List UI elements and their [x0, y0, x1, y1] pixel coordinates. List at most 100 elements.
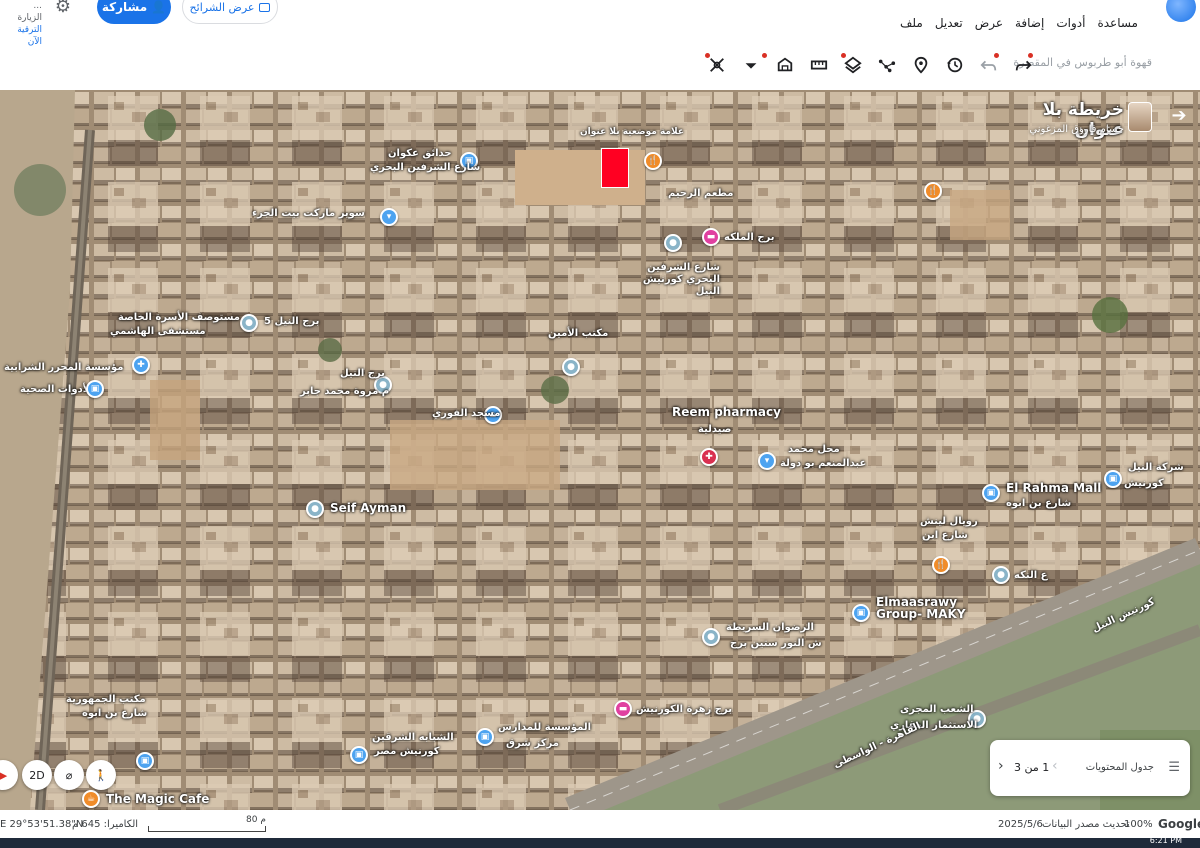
- menu-edit[interactable]: تعديل: [929, 14, 969, 32]
- place-label: El Rahma Mall: [1006, 481, 1102, 495]
- os-taskbar: 6:21 PM: [0, 836, 1200, 848]
- place-label: الرضوان السريطة: [726, 622, 814, 633]
- place-label: مكتب الأمين: [548, 328, 609, 339]
- clinic-pin-icon[interactable]: ✚: [132, 356, 150, 374]
- place-label: رويال لينش: [920, 516, 978, 527]
- share-button[interactable]: مشاركة 👤: [97, 0, 171, 24]
- redo-icon[interactable]: [1006, 53, 1040, 77]
- restaurant-pin-icon[interactable]: 🍴: [924, 182, 942, 200]
- satellite-imagery: [0, 90, 1200, 810]
- place-label: ع النكه: [1014, 570, 1048, 581]
- pharmacy-pin-icon[interactable]: ✚: [700, 448, 718, 466]
- shop-pin-icon[interactable]: ▣: [136, 752, 154, 770]
- undo-icon[interactable]: [972, 53, 1006, 77]
- building-pin-icon[interactable]: ▬: [614, 700, 632, 718]
- status-bar: E 29°53'51.38"N الكاميرا: 645 م 80 م 202…: [0, 810, 1200, 838]
- restaurant-pin-icon[interactable]: 🍴: [644, 152, 662, 170]
- shop-pin-icon[interactable]: ▣: [350, 746, 368, 764]
- chevron-left-icon[interactable]: ‹: [1052, 758, 1058, 774]
- menu-view[interactable]: عرض: [969, 14, 1009, 32]
- more-icon[interactable]: [734, 53, 768, 77]
- place-label: مستوصف الأسرة الخاصة: [118, 312, 240, 323]
- slideshow-button[interactable]: عرض الشرائح: [182, 0, 278, 24]
- supermarket-pin-icon[interactable]: ▾: [380, 208, 398, 226]
- home-view-icon[interactable]: [768, 53, 802, 77]
- shop-pin-icon[interactable]: ▣: [476, 728, 494, 746]
- menu-file[interactable]: ملف: [894, 14, 929, 32]
- camera-altitude: الكاميرا: 645 م: [72, 819, 139, 830]
- place-label: محل محمد: [788, 444, 840, 455]
- place-label: شارع الشرفين البحري كورنيش النيل: [642, 262, 720, 297]
- account-line-1: ...: [33, 1, 42, 11]
- place-pin-icon[interactable]: ●: [664, 234, 682, 252]
- place-label: الشعب المجرى: [900, 704, 974, 715]
- map-title-card[interactable]: خريطة بلا عنوان حسام فاروق المزغوني ➔: [1000, 94, 1200, 144]
- mall-pin-icon[interactable]: ▣: [982, 484, 1000, 502]
- shop-pin-icon[interactable]: ▣: [86, 380, 104, 398]
- place-pin-icon[interactable]: ●: [562, 358, 580, 376]
- shop-pin-icon[interactable]: ▾: [758, 452, 776, 470]
- place-label: مؤسسة المحرر الشرابية: [4, 362, 124, 373]
- place-label: الشبابه الشرقين: [372, 732, 454, 743]
- place-pin-icon[interactable]: ●: [240, 314, 258, 332]
- view-mode-2d-button[interactable]: 2D: [22, 760, 52, 790]
- account-line-2: الزيارة: [17, 13, 42, 23]
- restaurant-pin-icon[interactable]: 🍴: [932, 556, 950, 574]
- untitled-marker-box[interactable]: [601, 148, 629, 188]
- layers-icon[interactable]: [836, 53, 870, 77]
- scale-bar: [148, 826, 266, 832]
- street-view-off-icon[interactable]: ⌀: [54, 760, 84, 790]
- gear-icon[interactable]: ⚙: [52, 0, 74, 20]
- place-label: برج النيل 5: [264, 316, 320, 327]
- place-label: شركة النيل: [1128, 462, 1184, 473]
- place-pin-icon[interactable]: ●: [702, 628, 720, 646]
- satellite-off-icon[interactable]: [700, 53, 734, 77]
- place-label: المؤسسة للمدارس: [498, 722, 592, 733]
- place-label: سوبر ماركت بيت الجزء: [252, 208, 365, 219]
- place-sublabel: شارع ابن: [922, 530, 968, 541]
- view-mode-label: 2D: [29, 768, 45, 782]
- arrow-right-icon[interactable]: ➔: [1168, 106, 1190, 128]
- place-sublabel: صيدلية: [698, 424, 732, 435]
- place-pin-icon[interactable]: ●: [992, 566, 1010, 584]
- place-sublabel: عبدالمنعم بو دولة: [780, 458, 867, 469]
- top-bar: ... الزيارة الترقية الآن ⚙ مشاركة 👤 عرض …: [0, 0, 1200, 90]
- imagery-date: 2025/5/6: [998, 819, 1043, 830]
- place-label: حدائق عكوان: [388, 148, 452, 159]
- shop-pin-icon[interactable]: ▣: [1104, 470, 1122, 488]
- shop-pin-icon[interactable]: ▣: [852, 604, 870, 622]
- avatar: [1128, 102, 1152, 132]
- ruler-icon[interactable]: [802, 53, 836, 77]
- upgrade-link[interactable]: الترقية الآن: [2, 24, 42, 48]
- path-icon[interactable]: [870, 53, 904, 77]
- slideshow-label: عرض الشرائح: [189, 0, 255, 14]
- place-sublabel: م مروة محمد جابر: [300, 386, 390, 397]
- map-author: حسام فاروق المزغوني: [1029, 124, 1124, 135]
- menu-add[interactable]: إضافة: [1009, 14, 1050, 32]
- place-sublabel: كورنيش مصر: [374, 746, 440, 757]
- notification-dot: [705, 53, 710, 58]
- history-icon[interactable]: [938, 53, 972, 77]
- notification-dot: [841, 53, 846, 58]
- list-icon: ☰: [1168, 760, 1180, 775]
- toolbar: [700, 52, 1040, 78]
- place-label: برج النيل: [340, 368, 385, 379]
- data-source-link[interactable]: تحديث مصدر البيانات: [1042, 819, 1130, 830]
- place-marker-icon[interactable]: [904, 53, 938, 77]
- menu-help[interactable]: مساعدة: [1091, 14, 1144, 32]
- place-label: مكتب الجمهورية: [66, 694, 146, 705]
- account-info: ... الزيارة الترقية الآن: [2, 0, 42, 48]
- building-pin-icon[interactable]: ▬: [702, 228, 720, 246]
- place-sublabel: كورنيش: [1124, 478, 1164, 489]
- menu-tools[interactable]: أدوات: [1050, 14, 1091, 32]
- chevron-right-icon[interactable]: ›: [998, 758, 1004, 774]
- slideshow-icon: [259, 2, 271, 12]
- place-label: مسجد الفوري: [432, 408, 501, 419]
- satellite-map[interactable]: علامة موضعية بلا عنوان 🍴 مطعم الرحيم ▣ ح…: [0, 90, 1200, 810]
- pegman-icon[interactable]: 🚶: [86, 760, 116, 790]
- table-of-contents-card[interactable]: ☰ جدول المحتويات ‹ 1 من 3 ›: [990, 740, 1190, 796]
- place-pin-icon[interactable]: ●: [306, 500, 324, 518]
- place-label: برج الملكه: [724, 232, 775, 243]
- cafe-pin-icon[interactable]: ☕: [82, 790, 100, 808]
- toc-title: جدول المحتويات: [1085, 762, 1154, 773]
